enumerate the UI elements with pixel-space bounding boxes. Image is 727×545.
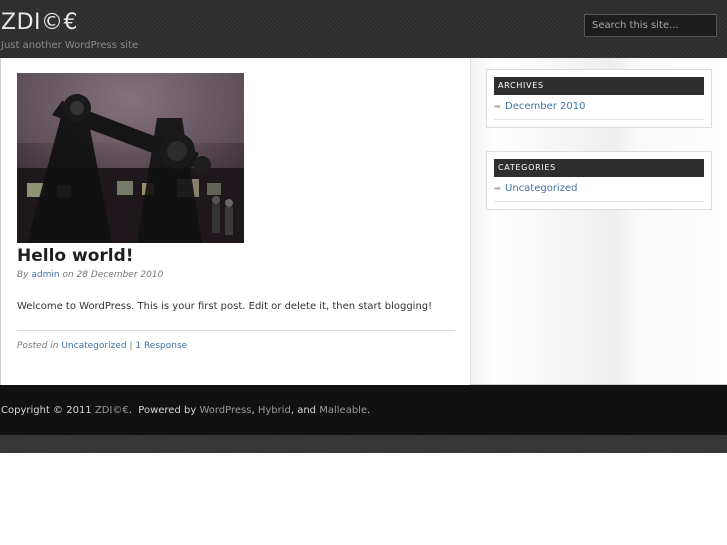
post-divider — [17, 330, 455, 331]
category-link[interactable]: Uncategorized — [61, 341, 126, 351]
content-area: Hello world! By admin on 28 December 201… — [1, 58, 470, 385]
meta-separator: | — [129, 341, 133, 351]
site-title-link[interactable]: ZDI©€ — [1, 9, 78, 37]
date-prefix: on — [62, 270, 74, 280]
footer-site-link[interactable]: ZDI©€ — [95, 405, 129, 416]
site-footer: Copyright © 2011 ZDI©€. Powered by WordP… — [0, 385, 727, 435]
footer-hybrid-link[interactable]: Hybrid — [258, 405, 291, 416]
search-input[interactable] — [584, 14, 717, 37]
footer-and: and — [297, 405, 317, 416]
site-header: ZDI©€ Just another WordPress site — [0, 0, 727, 58]
footer-copyright: Copyright © 2011 — [1, 405, 92, 416]
site-description: Just another WordPress site — [1, 40, 139, 51]
archives-list-item: ➡ December 2010 — [494, 95, 704, 120]
categories-list-item: ➡ Uncategorized — [494, 177, 704, 202]
arrow-bullet-icon: ➡ — [494, 184, 501, 193]
page: ZDI©€ Just another WordPress site Search… — [0, 0, 727, 545]
archives-widget-title: ARCHIVES — [494, 77, 704, 95]
footer-powered-by: Powered by — [138, 405, 197, 416]
author-link[interactable]: admin — [31, 270, 59, 280]
archives-list: ➡ December 2010 — [494, 95, 704, 120]
byline-prefix: By — [17, 270, 29, 280]
categories-list: ➡ Uncategorized — [494, 177, 704, 202]
post-byline: By admin on 28 December 2010 — [17, 269, 163, 281]
category-link-uncategorized[interactable]: Uncategorized — [505, 183, 577, 194]
post-thumbnail[interactable] — [17, 73, 244, 243]
sidebar: ARCHIVES ➡ December 2010 CATEGORIES ➡ Unca… — [470, 58, 727, 384]
arrow-bullet-icon: ➡ — [494, 102, 501, 111]
categories-widget-title: CATEGORIES — [494, 159, 704, 177]
archives-widget: ARCHIVES ➡ December 2010 — [486, 69, 712, 128]
archive-link-december-2010[interactable]: December 2010 — [505, 101, 585, 112]
entry-meta: Posted in Uncategorized | 1 Response — [17, 340, 187, 352]
post-title[interactable]: Hello world! — [17, 245, 134, 267]
footer-wordpress-link[interactable]: WordPress — [199, 405, 251, 416]
responses-link[interactable]: 1 Response — [135, 341, 187, 351]
posted-in-label: Posted in — [17, 341, 59, 351]
categories-widget: CATEGORIES ➡ Uncategorized — [486, 151, 712, 210]
footer-text: Copyright © 2011 ZDI©€. Powered by WordP… — [1, 405, 371, 416]
post-content: Welcome to WordPress. This is your first… — [17, 301, 433, 312]
footer-bottom-strip — [0, 435, 727, 453]
main-container: Hello world! By admin on 28 December 201… — [0, 58, 727, 385]
footer-malleable-link[interactable]: Malleable — [319, 405, 367, 416]
post-date: 28 December 2010 — [76, 270, 164, 280]
